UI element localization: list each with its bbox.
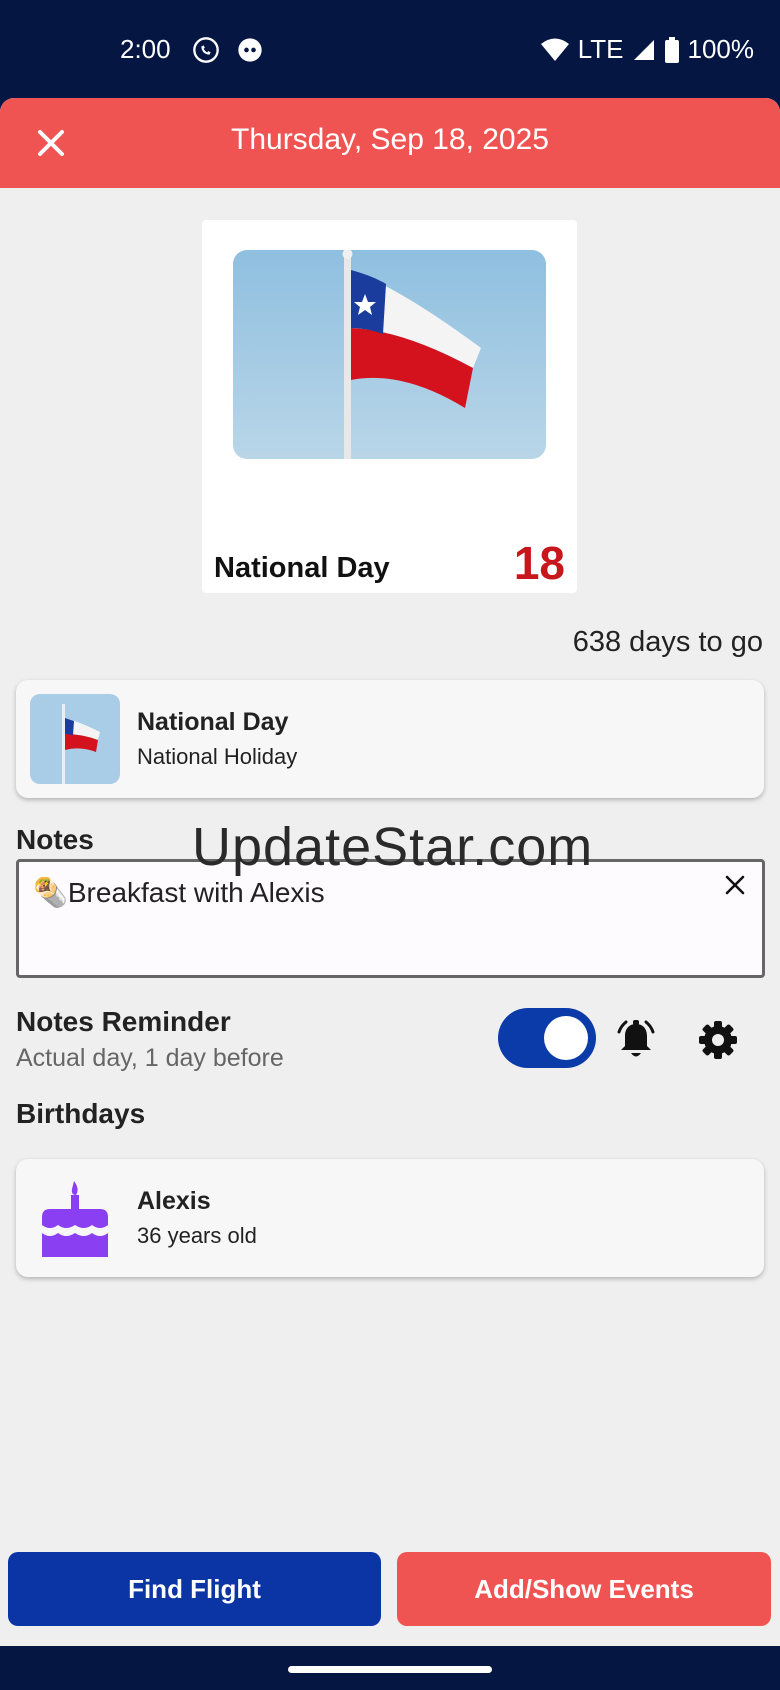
birthday-age: 36 years old xyxy=(137,1223,257,1248)
bottom-action-bar: Find Flight Add/Show Events xyxy=(0,1536,780,1646)
system-nav-bar xyxy=(0,1646,780,1690)
toggle-knob xyxy=(544,1016,588,1060)
header-date-title: Thursday, Sep 18, 2025 xyxy=(231,123,549,156)
burrito-emoji-icon: 🌯 xyxy=(33,877,68,908)
notes-reminder-subtitle: Actual day, 1 day before xyxy=(16,1044,284,1072)
network-type: LTE xyxy=(577,34,624,64)
notes-label: Notes xyxy=(16,824,94,855)
signal-icon xyxy=(633,39,654,60)
find-flight-button[interactable]: Find Flight xyxy=(8,1552,381,1626)
holiday-type: National Holiday xyxy=(137,744,298,769)
flag-thumbnail xyxy=(30,694,120,784)
status-time: 2:00 xyxy=(120,34,171,64)
alarm-bell-icon[interactable] xyxy=(614,1018,658,1062)
settings-gear-icon[interactable] xyxy=(696,1018,740,1062)
gesture-handle[interactable] xyxy=(288,1666,492,1673)
featured-holiday-title: National Day xyxy=(214,552,390,584)
flag-photo xyxy=(233,250,546,459)
notes-text-row: 🌯Breakfast with Alexis xyxy=(33,876,325,909)
day-detail-sheet: Thursday, Sep 18, 2025 National Day 18 6… xyxy=(0,98,780,1646)
featured-holiday-card[interactable]: National Day 18 xyxy=(202,220,577,593)
birthday-name: Alexis xyxy=(137,1187,211,1215)
battery-level: 100% xyxy=(687,34,755,64)
add-show-events-button[interactable]: Add/Show Events xyxy=(397,1552,771,1626)
birthdays-label: Birthdays xyxy=(16,1098,146,1129)
countdown-text: 638 days to go xyxy=(572,626,763,658)
status-right: LTE 100% xyxy=(540,34,754,65)
clear-notes-icon[interactable] xyxy=(720,870,750,900)
battery-icon xyxy=(664,36,679,63)
holiday-list-item[interactable]: National Day National Holiday xyxy=(16,680,764,798)
notes-reminder-title: Notes Reminder xyxy=(16,1006,231,1037)
holiday-title: National Day xyxy=(137,708,289,736)
notes-text: Breakfast with Alexis xyxy=(67,877,325,908)
header-bar: Thursday, Sep 18, 2025 xyxy=(0,98,780,188)
reminder-toggle[interactable] xyxy=(498,1008,596,1068)
whatsapp-icon xyxy=(193,37,219,63)
status-bar: 2:00 LTE 100% xyxy=(0,0,780,98)
birthday-list-item[interactable]: Alexis 36 years old xyxy=(16,1159,764,1277)
notes-input[interactable]: 🌯Breakfast with Alexis xyxy=(16,859,765,978)
app-notification-icon xyxy=(238,38,262,62)
wifi-icon xyxy=(540,38,569,61)
featured-day-number: 18 xyxy=(513,537,565,589)
birthday-cake-icon xyxy=(42,1181,108,1257)
